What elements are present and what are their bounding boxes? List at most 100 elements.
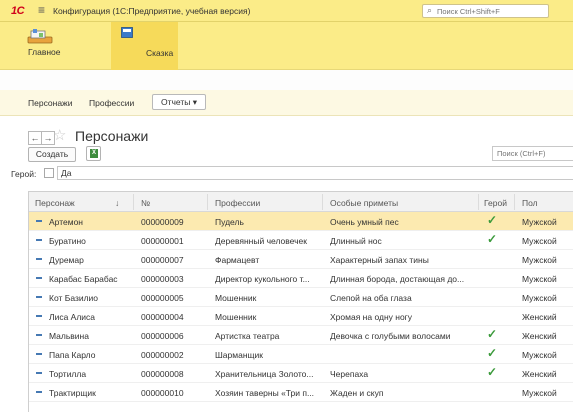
item-marker-icon <box>36 277 42 279</box>
list-search-input[interactable] <box>493 147 572 159</box>
cell-number: 000000001 <box>141 236 184 246</box>
section-nav: Персонажи Профессии Отчеты ▾ <box>0 90 573 116</box>
section-home-label: Главное <box>28 47 61 57</box>
nav-characters[interactable]: Персонажи <box>28 98 73 108</box>
back-button[interactable]: ← <box>28 131 42 145</box>
cell-special-signs: Характерный запах тины <box>330 255 429 265</box>
cell-character: Мальвина <box>49 331 89 341</box>
table-row[interactable]: Трактирщик 000000010 Хозяин таверны «Три… <box>29 383 573 402</box>
column-separator <box>133 194 134 210</box>
table-row[interactable]: Кот Базилио 000000005 Мошенник Слепой на… <box>29 288 573 307</box>
cell-sex: Мужской <box>522 217 557 227</box>
hero-filter-value[interactable]: Да <box>57 166 573 180</box>
cell-profession: Пудель <box>215 217 244 227</box>
cell-profession: Артистка театра <box>215 331 280 341</box>
cell-special-signs: Длинный нос <box>330 236 382 246</box>
divider <box>0 70 573 90</box>
item-marker-icon <box>36 296 42 298</box>
nav-professions[interactable]: Профессии <box>89 98 134 108</box>
cell-special-signs: Очень умный пес <box>330 217 399 227</box>
cell-special-signs: Черепаха <box>330 369 369 379</box>
table-row[interactable]: Лиса Алиса 000000004 Мошенник Хромая на … <box>29 307 573 326</box>
cell-sex: Мужской <box>522 236 557 246</box>
cell-profession: Мошенник <box>215 293 257 303</box>
cell-special-signs: Длинная борода, достающая до... <box>330 274 465 284</box>
cell-profession: Деревянный человечек <box>215 236 307 246</box>
col-special-signs[interactable]: Особые приметы <box>330 198 398 208</box>
cell-number: 000000006 <box>141 331 184 341</box>
app-title: Конфигурация (1С:Предприятие, учебная ве… <box>53 6 251 16</box>
column-separator <box>514 194 515 210</box>
cell-number: 000000005 <box>141 293 184 303</box>
reports-dropdown[interactable]: Отчеты ▾ <box>152 94 207 110</box>
excel-icon: X <box>90 149 98 158</box>
hero-check-icon: ✓ <box>487 327 498 341</box>
cell-sex: Мужской <box>522 255 557 265</box>
form-title: Персонажи <box>75 128 149 144</box>
item-marker-icon <box>36 315 42 317</box>
list-search-box[interactable] <box>492 146 573 161</box>
section-skazka[interactable]: Сказка <box>111 22 178 70</box>
cell-profession: Фармацевт <box>215 255 260 265</box>
table-row[interactable]: Мальвина 000000006 Артистка театра Девоч… <box>29 326 573 345</box>
cell-sex: Мужской <box>522 293 557 303</box>
cell-character: Трактирщик <box>49 388 96 398</box>
title-bar: 1С ≡ Конфигурация (1С:Предприятие, учебн… <box>0 0 573 22</box>
cell-sex: Мужской <box>522 350 557 360</box>
table-row[interactable]: Артемон 000000009 Пудель Очень умный пес… <box>29 212 573 231</box>
cell-number: 000000004 <box>141 312 184 322</box>
cell-special-signs: Слепой на оба глаза <box>330 293 412 303</box>
export-excel-button[interactable]: X <box>86 146 101 161</box>
cell-profession: Директор кукольного т... <box>215 274 310 284</box>
table-row[interactable]: Буратино 000000001 Деревянный человечек … <box>29 231 573 250</box>
favorite-star-icon[interactable]: ☆ <box>53 128 66 143</box>
hero-filter-label: Герой: <box>11 169 37 179</box>
cell-character: Тортилла <box>49 369 87 379</box>
table-row[interactable]: Карабас Барабас 000000003 Директор кукол… <box>29 269 573 288</box>
cell-character: Кот Базилио <box>49 293 99 303</box>
global-search-box[interactable]: ⌕ <box>422 4 549 18</box>
col-sex[interactable]: Пол <box>522 198 538 208</box>
item-marker-icon <box>36 372 42 374</box>
col-number[interactable]: № <box>141 198 150 208</box>
hero-check-icon: ✓ <box>487 232 498 246</box>
col-profession[interactable]: Профессии <box>215 198 260 208</box>
hero-check-icon: ✓ <box>487 213 498 227</box>
section-skazka-label: Сказка <box>146 48 174 58</box>
hero-filter-checkbox[interactable] <box>44 168 54 178</box>
cell-profession: Шарманщик <box>215 350 263 360</box>
section-home[interactable]: Главное <box>8 22 111 70</box>
cell-number: 000000007 <box>141 255 184 265</box>
cell-special-signs: Жаден и скуп <box>330 388 384 398</box>
col-hero[interactable]: Герой <box>484 198 507 208</box>
characters-table: Персонаж ↓ № Профессии Особые приметы Ге… <box>28 191 573 412</box>
table-row[interactable]: Папа Карло 000000002 Шарманщик ✓ Мужской <box>29 345 573 364</box>
cell-profession: Мошенник <box>215 312 257 322</box>
menu-icon[interactable]: ≡ <box>38 4 45 16</box>
item-marker-icon <box>36 220 42 222</box>
cell-number: 000000003 <box>141 274 184 284</box>
col-character[interactable]: Персонаж <box>35 198 75 208</box>
create-button[interactable]: Создать <box>28 147 76 162</box>
cell-profession: Хозяин таверны «Три п... <box>215 388 315 398</box>
sections-panel: Главное Сказка <box>0 22 573 70</box>
sort-arrow-icon[interactable]: ↓ <box>115 198 119 208</box>
item-marker-icon <box>36 258 42 260</box>
cell-number: 000000010 <box>141 388 184 398</box>
cell-profession: Хранительница Золото... <box>215 369 314 379</box>
cell-character: Лиса Алиса <box>49 312 96 322</box>
cell-special-signs: Девочка с голубыми волосами <box>330 331 451 341</box>
table-row[interactable]: Тортилла 000000008 Хранительница Золото.… <box>29 364 573 383</box>
table-row[interactable]: Дуремар 000000007 Фармацевт Характерный … <box>29 250 573 269</box>
cell-character: Дуремар <box>49 255 84 265</box>
column-separator <box>322 194 323 210</box>
item-marker-icon <box>36 334 42 336</box>
cell-character: Артемон <box>49 217 83 227</box>
cell-number: 000000009 <box>141 217 184 227</box>
global-search-input[interactable] <box>437 6 545 17</box>
cell-sex: Женский <box>522 331 557 341</box>
item-marker-icon <box>36 391 42 393</box>
hero-check-icon: ✓ <box>487 346 498 360</box>
item-marker-icon <box>36 353 42 355</box>
column-separator <box>478 194 479 210</box>
